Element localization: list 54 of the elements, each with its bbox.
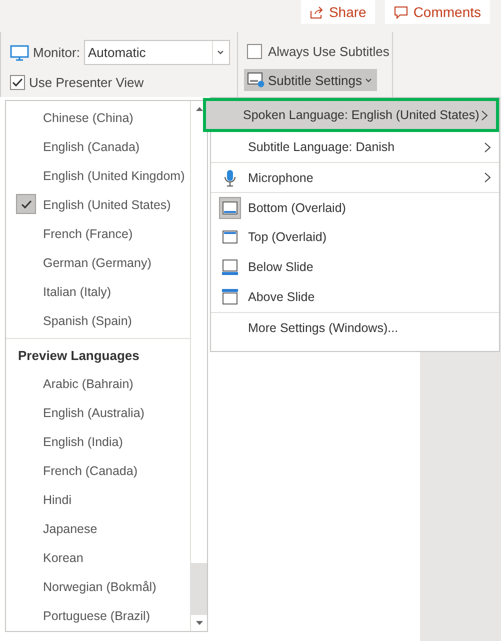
monitor-dropdown[interactable]: Automatic [84, 40, 230, 65]
microphone-icon [224, 168, 236, 186]
subtitle-settings-button[interactable]: Subtitle Settings [244, 69, 377, 91]
menu-item[interactable]: Subtitle Language: Danish [211, 132, 499, 162]
menu-item[interactable]: Below Slide [211, 252, 499, 282]
language-option[interactable]: Italian (Italy) [6, 277, 190, 306]
chevron-right-icon [484, 142, 491, 152]
presenter-view-checkbox[interactable] [10, 75, 25, 90]
language-option[interactable]: Hindi [6, 486, 190, 515]
language-option[interactable]: English (India) [6, 428, 190, 457]
checkmark-icon [16, 194, 36, 214]
language-option[interactable]: Spanish (Spain) [6, 306, 190, 336]
language-option[interactable]: French (Canada) [6, 456, 190, 486]
menu-item[interactable]: Bottom (Overlaid) [211, 192, 499, 222]
language-option[interactable]: Portuguese (Brazil) [6, 602, 190, 631]
language-option[interactable]: English (Canada) [6, 132, 190, 162]
scrollbar[interactable] [190, 101, 207, 631]
scroll-up-icon [196, 107, 202, 111]
subtitle-position-icon [220, 289, 238, 305]
language-option[interactable]: English (United Kingdom) [6, 161, 190, 190]
caret-icon [364, 78, 372, 82]
caret-icon [217, 50, 224, 55]
share-icon [310, 6, 324, 18]
menu-item[interactable]: Spoken Language: English (United States) [203, 98, 499, 132]
chevron-right-icon [481, 110, 488, 120]
scroll-down-icon [196, 621, 202, 625]
language-option[interactable]: German (Germany) [6, 248, 190, 278]
preview-languages-header: Preview Languages [17, 347, 140, 366]
chevron-right-icon [484, 172, 491, 183]
subtitle-settings-icon [247, 72, 265, 88]
always-subtitles-checkbox[interactable] [247, 44, 262, 59]
language-option[interactable]: Norwegian (Bokmål) [6, 572, 190, 602]
subtitle-position-icon [220, 229, 238, 245]
language-option[interactable]: Arabic (Bahrain) [6, 370, 190, 399]
language-option[interactable]: Japanese [6, 514, 190, 544]
language-option[interactable]: English (United States) [6, 190, 190, 220]
subtitle-position-icon [220, 200, 238, 216]
menu-item[interactable]: More Settings (Windows)... [211, 312, 499, 342]
language-option[interactable]: Korean [6, 544, 190, 573]
language-option[interactable]: Chinese (China) [6, 103, 190, 132]
language-option[interactable]: French (France) [6, 219, 190, 248]
always-subtitles-label: Always Use Subtitles [268, 44, 390, 59]
comment-icon [394, 6, 408, 18]
monitor-label: Monitor: [33, 45, 80, 60]
presenter-view-label: Use Presenter View [29, 75, 144, 90]
menu-item[interactable]: Top (Overlaid) [211, 222, 499, 252]
menu-item[interactable]: Microphone [211, 162, 499, 192]
monitor-icon [10, 44, 29, 60]
subtitle-position-icon [220, 259, 238, 275]
comments-button[interactable]: Comments [385, 0, 490, 24]
language-option[interactable]: English (Australia) [6, 398, 190, 428]
scroll-thumb[interactable] [191, 563, 207, 615]
menu-item[interactable]: Above Slide [211, 282, 499, 312]
share-button[interactable]: Share [300, 0, 376, 24]
